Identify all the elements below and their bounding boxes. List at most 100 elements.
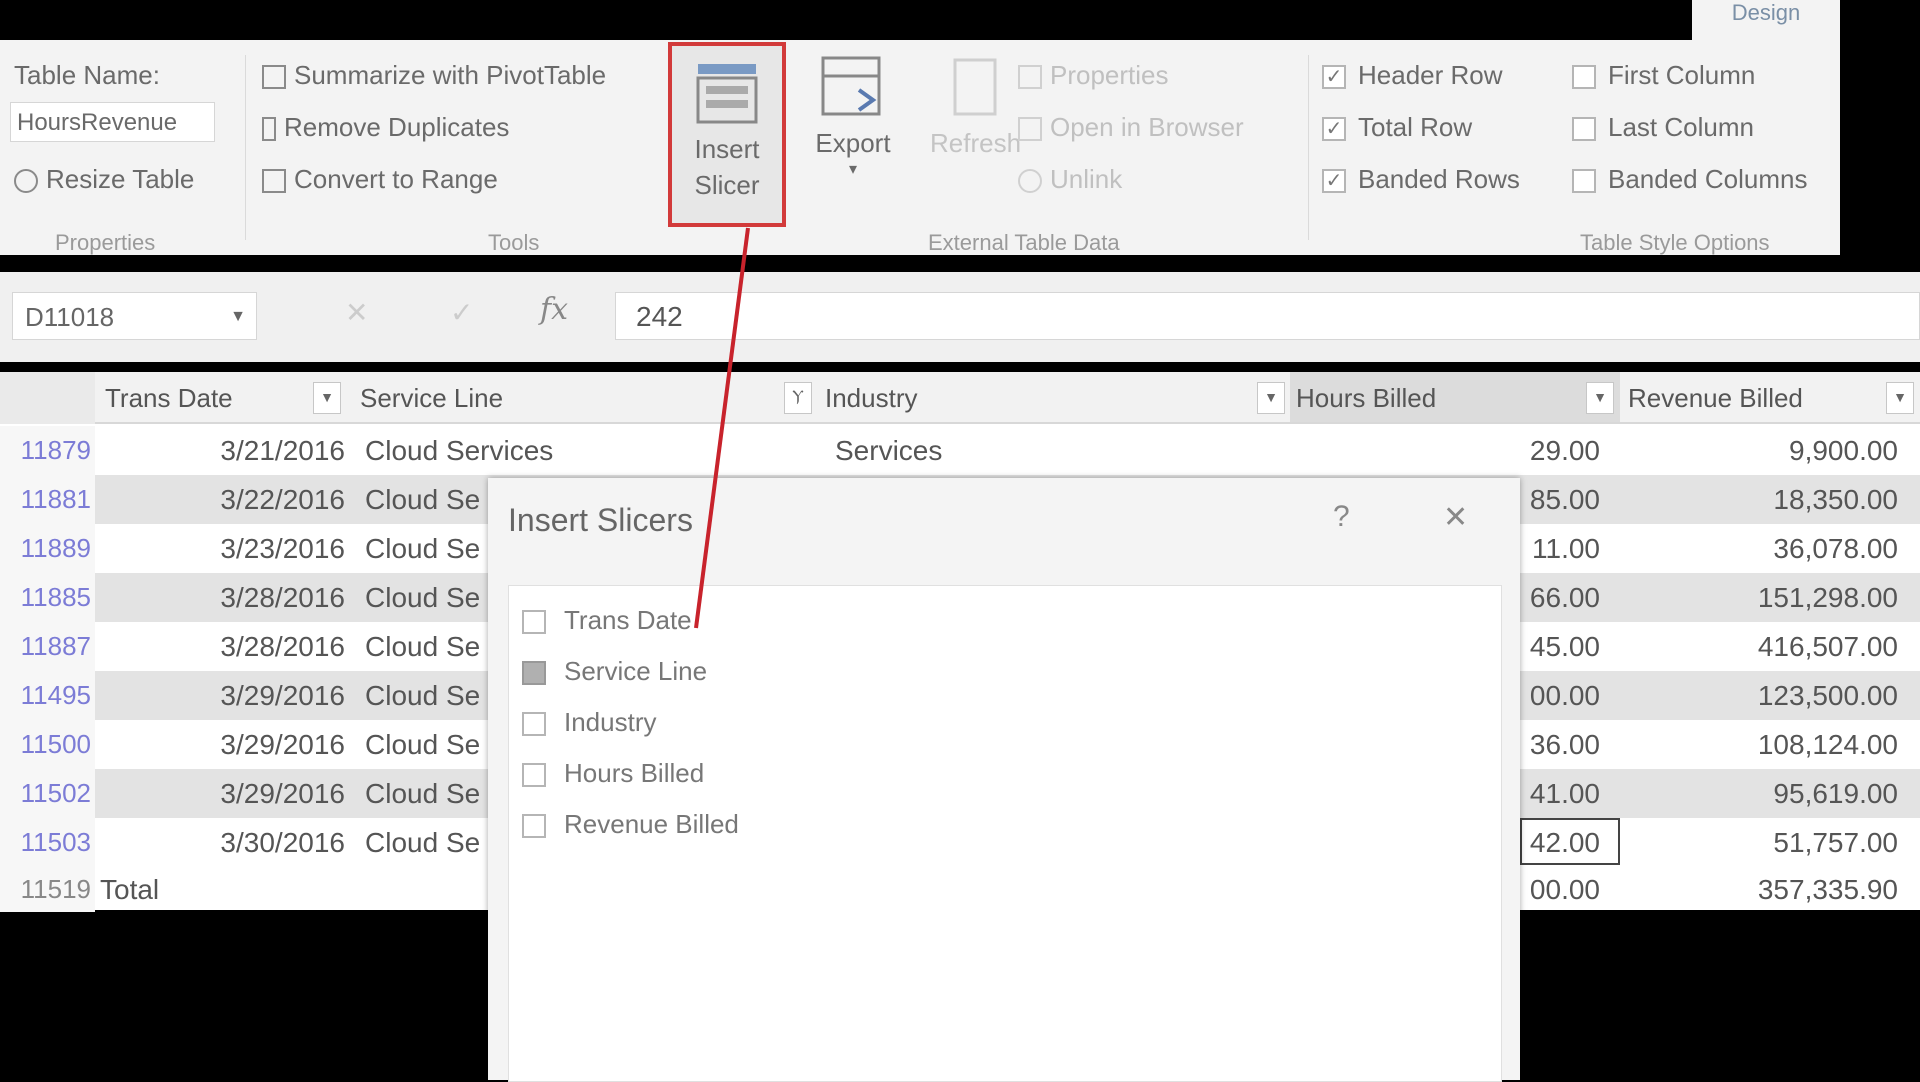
group-label-properties: Properties xyxy=(55,230,156,255)
row-number[interactable]: 11495 xyxy=(0,671,95,720)
checkbox-icon xyxy=(1572,65,1596,90)
refresh-button[interactable]: Refresh xyxy=(930,54,1022,161)
cell-trans-date[interactable]: 3/23/2016 xyxy=(105,524,345,573)
filter-dropdown-icon[interactable]: ▼ xyxy=(1886,382,1914,414)
cell-service-line[interactable]: Cloud Services xyxy=(365,426,795,475)
name-box[interactable]: D11018 ▼ xyxy=(12,292,257,340)
cell-trans-date[interactable]: 3/21/2016 xyxy=(105,426,345,475)
open-in-browser-button[interactable]: Open in Browser xyxy=(1018,112,1244,143)
filter-dropdown-icon[interactable]: ▼ xyxy=(1257,382,1285,414)
cell-trans-date[interactable]: 3/28/2016 xyxy=(105,573,345,622)
header-label: Hours Billed xyxy=(1296,383,1437,413)
checkbox-icon xyxy=(522,763,546,788)
filter-applied-icon[interactable]: Ⲩ xyxy=(784,382,812,414)
formula-input[interactable]: 242 xyxy=(615,292,1920,340)
total-revenue-billed[interactable]: 357,335.90 xyxy=(1628,867,1898,912)
cell-revenue-billed[interactable]: 123,500.00 xyxy=(1628,671,1898,720)
cell-trans-date[interactable]: 3/29/2016 xyxy=(105,720,345,769)
close-icon[interactable]: ✕ xyxy=(1443,500,1468,535)
checkbox-icon xyxy=(522,814,546,839)
unlink-label: Unlink xyxy=(1050,164,1123,194)
cell-industry[interactable]: Services xyxy=(835,426,1275,475)
cell-trans-date[interactable]: 3/22/2016 xyxy=(105,475,345,524)
group-divider xyxy=(1308,55,1309,240)
refresh-label: Refresh xyxy=(930,128,1022,158)
convert-to-range-button[interactable]: Convert to Range xyxy=(262,164,498,195)
row-number[interactable]: 11889 xyxy=(0,524,95,573)
properties-icon xyxy=(1018,65,1042,90)
slicer-field-checkbox[interactable]: Hours Billed xyxy=(522,753,704,793)
group-label-external: External Table Data xyxy=(928,230,1120,255)
cell-revenue-billed[interactable]: 9,900.00 xyxy=(1628,426,1898,475)
cell-revenue-billed[interactable]: 151,298.00 xyxy=(1628,573,1898,622)
table-name-label: Table Name: xyxy=(14,60,160,90)
filter-dropdown-icon[interactable]: ▼ xyxy=(1586,382,1614,414)
insert-slicer-button[interactable]: Insert Slicer xyxy=(668,42,786,227)
enter-icon[interactable]: ✓ xyxy=(450,296,473,329)
remove-duplicates-label: Remove Duplicates xyxy=(284,112,510,142)
cell-revenue-billed[interactable]: 108,124.00 xyxy=(1628,720,1898,769)
cell-hours-billed[interactable]: 29.00 xyxy=(1290,426,1600,475)
row-number[interactable]: 11503 xyxy=(0,818,95,867)
help-icon[interactable]: ? xyxy=(1333,500,1350,534)
cell-revenue-billed[interactable]: 18,350.00 xyxy=(1628,475,1898,524)
filter-dropdown-icon[interactable]: ▼ xyxy=(313,382,341,414)
banded-columns-checkbox[interactable]: Banded Columns xyxy=(1572,164,1807,195)
row-number[interactable]: 11885 xyxy=(0,573,95,622)
cell-trans-date[interactable]: 3/28/2016 xyxy=(105,622,345,671)
select-all-corner[interactable] xyxy=(0,372,95,424)
header-trans-date[interactable]: Trans Date ▼ xyxy=(105,372,345,424)
cell-revenue-billed[interactable]: 36,078.00 xyxy=(1628,524,1898,573)
last-column-checkbox[interactable]: Last Column xyxy=(1572,112,1754,143)
checkbox-icon xyxy=(1572,117,1596,142)
first-column-label: First Column xyxy=(1608,60,1756,90)
header-hours-billed[interactable]: Hours Billed ▼ xyxy=(1290,372,1620,424)
cell-revenue-billed[interactable]: 51,757.00 xyxy=(1628,818,1898,867)
header-row-label: Header Row xyxy=(1358,60,1503,90)
header-label: Industry xyxy=(825,383,918,413)
cell-revenue-billed[interactable]: 416,507.00 xyxy=(1628,622,1898,671)
resize-table-button[interactable]: Resize Table xyxy=(14,164,194,195)
table-name-input[interactable]: HoursRevenue xyxy=(10,102,215,142)
row-number[interactable]: 11500 xyxy=(0,720,95,769)
header-revenue-billed[interactable]: Revenue Billed ▼ xyxy=(1628,372,1920,424)
slicer-field-checkbox[interactable]: Industry xyxy=(522,702,657,742)
cell-trans-date[interactable]: 3/29/2016 xyxy=(105,769,345,818)
cancel-icon[interactable]: ✕ xyxy=(345,296,368,329)
checkbox-icon: ✓ xyxy=(1322,65,1346,90)
row-number[interactable]: 11502 xyxy=(0,769,95,818)
summarize-pivot-label: Summarize with PivotTable xyxy=(294,60,607,90)
slicer-field-checkbox[interactable]: Service Line xyxy=(522,651,707,691)
total-row-checkbox[interactable]: ✓ Total Row xyxy=(1322,112,1472,143)
first-column-checkbox[interactable]: First Column xyxy=(1572,60,1755,91)
checkbox-icon xyxy=(1572,169,1596,194)
cell-trans-date[interactable]: 3/30/2016 xyxy=(105,818,345,867)
row-number[interactable]: 11879 xyxy=(0,426,95,475)
header-industry[interactable]: Industry ▼ xyxy=(825,372,1285,424)
export-button[interactable]: Export ▾ xyxy=(808,54,898,179)
remove-duplicates-button[interactable]: Remove Duplicates xyxy=(262,112,509,143)
total-label[interactable]: Total xyxy=(100,867,159,912)
slicer-field-label: Hours Billed xyxy=(564,758,705,788)
properties-button[interactable]: Properties xyxy=(1018,60,1169,91)
summarize-pivot-button[interactable]: Summarize with PivotTable xyxy=(262,60,606,91)
unlink-button[interactable]: Unlink xyxy=(1018,164,1122,195)
resize-table-icon xyxy=(14,169,38,194)
cell-revenue-billed[interactable]: 95,619.00 xyxy=(1628,769,1898,818)
design-tab[interactable]: Design xyxy=(1692,0,1840,40)
dropdown-arrow-icon: ▼ xyxy=(230,308,246,325)
banded-rows-label: Banded Rows xyxy=(1358,164,1520,194)
row-number[interactable]: 11881 xyxy=(0,475,95,524)
row-number[interactable]: 11887 xyxy=(0,622,95,671)
header-service-line[interactable]: Service Line Ⲩ xyxy=(360,372,812,424)
row-number[interactable]: 11519 xyxy=(0,867,95,912)
slicer-field-checkbox[interactable]: Trans Date xyxy=(522,600,692,640)
dialog-title: Insert Slicers xyxy=(508,502,693,538)
function-icon[interactable]: fx xyxy=(540,292,568,327)
slicer-field-checkbox[interactable]: Revenue Billed xyxy=(522,804,739,844)
name-box-value: D11018 xyxy=(25,302,115,332)
header-row-checkbox[interactable]: ✓ Header Row xyxy=(1322,60,1503,91)
dropdown-arrow-icon: ▾ xyxy=(848,161,858,178)
banded-rows-checkbox[interactable]: ✓ Banded Rows xyxy=(1322,164,1520,195)
cell-trans-date[interactable]: 3/29/2016 xyxy=(105,671,345,720)
